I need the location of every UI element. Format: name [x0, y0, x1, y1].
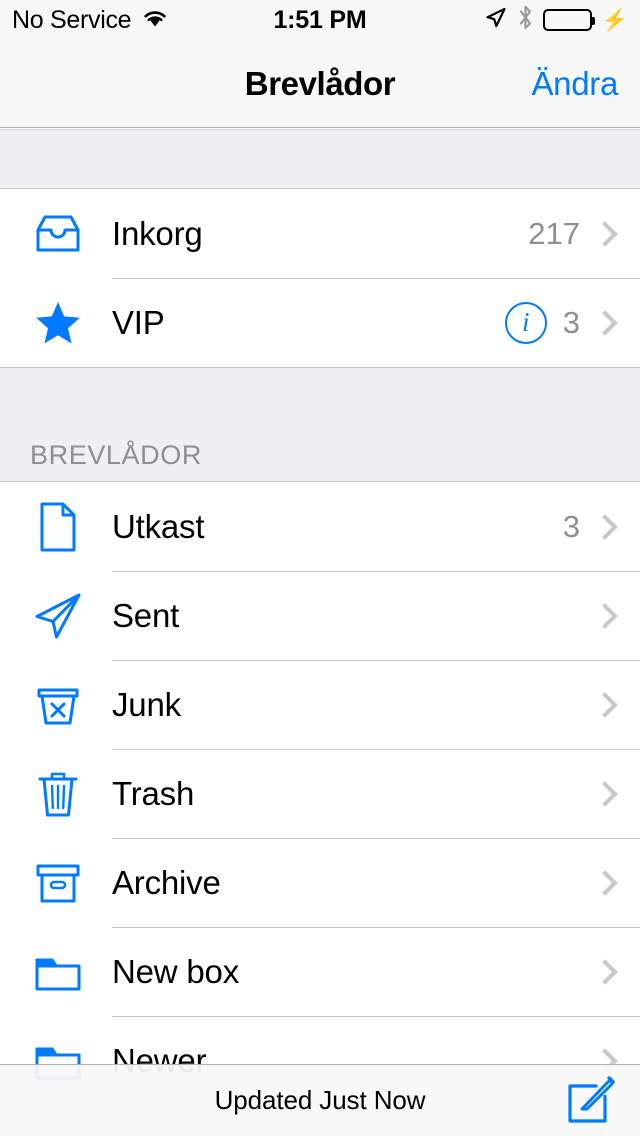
status-bar: No Service 1:51 PM ⚡ [0, 0, 640, 40]
carrier-label: No Service [12, 5, 132, 34]
mailbox-row-vip[interactable]: VIP i 3 [0, 278, 640, 367]
mailbox-row-accessories [580, 602, 620, 629]
mailbox-row-trash[interactable]: Trash [0, 749, 640, 838]
mailbox-label: Inkorg [112, 214, 203, 252]
status-bar-right: ⚡ [483, 5, 628, 35]
info-button[interactable]: i [504, 301, 547, 344]
mailbox-label: Sent [112, 596, 180, 634]
chevron-right-icon [592, 691, 618, 718]
document-page-icon [30, 499, 86, 555]
paper-plane-icon [30, 588, 86, 644]
section-header-blank [0, 129, 640, 189]
mailbox-row-accessories: 217 [528, 216, 620, 252]
bottom-toolbar: Updated Just Now [0, 1064, 640, 1136]
section-header-brevladdor: BREVLÅDOR [0, 367, 640, 482]
mailbox-row-utkast[interactable]: Utkast 3 [0, 482, 640, 571]
mailbox-row-new-box[interactable]: New box [0, 927, 640, 1016]
compose-pencil-icon[interactable] [564, 1075, 616, 1127]
status-bar-left: No Service [12, 6, 170, 35]
charging-bolt-icon: ⚡ [601, 8, 628, 32]
mailbox-row-accessories [580, 869, 620, 896]
unread-count: 3 [562, 304, 580, 340]
chevron-right-icon [592, 958, 618, 985]
junk-bin-x-icon [30, 677, 86, 733]
page-title: Brevlådor [244, 64, 396, 102]
folder-icon [30, 944, 86, 1000]
chevron-right-icon [592, 780, 618, 807]
bluetooth-icon [517, 5, 534, 35]
mailbox-label: VIP [112, 303, 165, 341]
mailbox-row-junk[interactable]: Junk [0, 660, 640, 749]
mailbox-label: New box [112, 952, 239, 990]
chevron-right-icon [592, 309, 618, 336]
navigation-bar: Brevlådor Ändra [0, 40, 640, 128]
mailbox-label: Utkast [112, 507, 205, 545]
mailbox-row-sent[interactable]: Sent [0, 571, 640, 660]
section-header-label: BREVLÅDOR [30, 440, 202, 470]
chevron-right-icon [592, 220, 618, 247]
star-icon [30, 295, 86, 351]
update-status-label: Updated Just Now [214, 1085, 426, 1115]
edit-button[interactable]: Ändra [531, 65, 618, 103]
wifi-icon [140, 7, 170, 34]
unread-count: 3 [562, 508, 580, 544]
location-arrow-icon [483, 5, 508, 35]
unread-count: 217 [528, 215, 580, 251]
trash-can-icon [30, 766, 86, 822]
chevron-right-icon [592, 513, 618, 540]
mailbox-label: Archive [112, 863, 221, 901]
archive-box-icon [30, 855, 86, 911]
mailbox-label: Junk [112, 685, 181, 723]
mailbox-label: Trash [112, 774, 195, 812]
inbox-tray-icon [30, 206, 86, 262]
mailbox-row-archive[interactable]: Archive [0, 838, 640, 927]
chevron-right-icon [592, 602, 618, 629]
mailbox-row-accessories [580, 780, 620, 807]
mailbox-row-accessories [580, 691, 620, 718]
mailbox-row-accessories: 3 [563, 509, 620, 545]
mailbox-row-inkorg[interactable]: Inkorg 217 [0, 189, 640, 278]
chevron-right-icon [592, 869, 618, 896]
mailbox-row-accessories [580, 958, 620, 985]
mailboxes-list[interactable]: Inkorg 217 VIP i 3 BREVLÅDOR Utkast 3 Se… [0, 129, 640, 1136]
battery-icon [542, 9, 595, 31]
mailbox-row-accessories: i 3 [504, 301, 620, 344]
